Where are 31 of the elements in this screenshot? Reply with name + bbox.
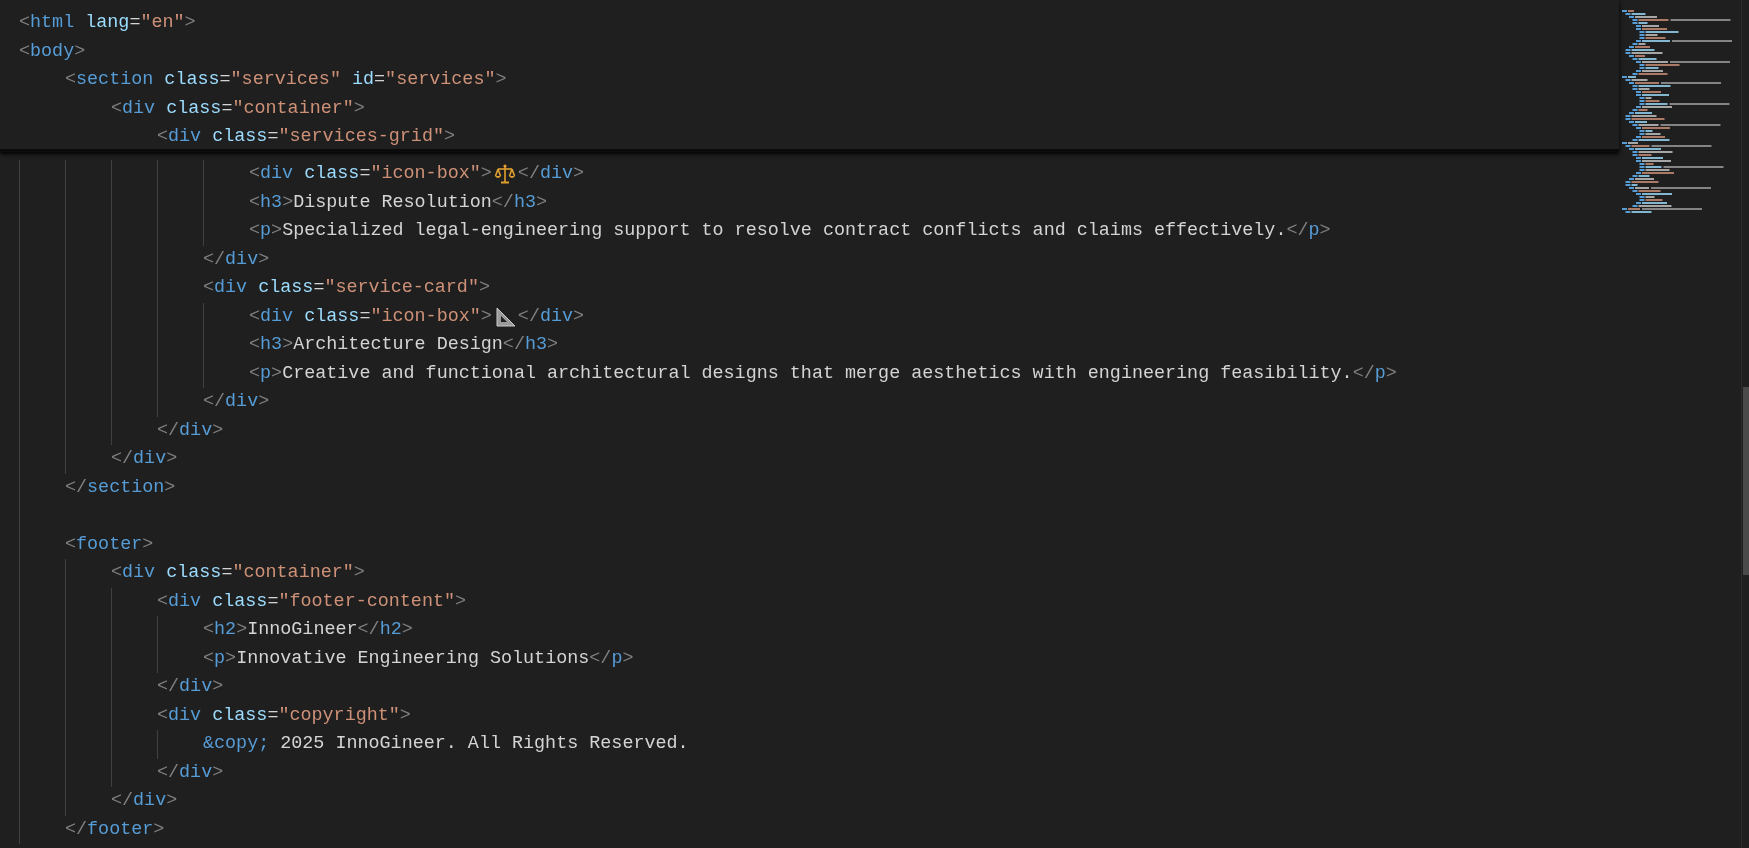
code-line: </div> (203, 390, 270, 415)
set-square-icon (493, 305, 516, 328)
code-line: <p>Creative and functional architectural designs that merge aesthetics with engineering feasibility.</p> (249, 361, 1397, 386)
code-line: </section> (65, 475, 176, 500)
code-line: <div class="services-grid"> (157, 125, 455, 150)
scales-icon (493, 163, 516, 186)
code-line: <footer> (65, 532, 154, 557)
code-line: </div> (157, 418, 224, 443)
code-line: <div class="icon-box"> </div> (249, 304, 585, 330)
code-line: <p>Specialized legal-engineering support to resolve contract conflicts and claims effectively.</p> (249, 219, 1331, 244)
code-line: <div class="service-card"> (203, 276, 490, 301)
code-line: </div> (157, 675, 224, 700)
code-line: <div class="copyright"> (157, 703, 411, 728)
code-line: <body> (19, 39, 86, 64)
code-line: </div> (111, 447, 178, 472)
code-line: </div> (111, 789, 178, 814)
code-line: <h3>Architecture Design</h3> (249, 333, 559, 358)
code-line: <h2>InnoGineer</h2> (203, 618, 413, 643)
scrollbar-thumb[interactable] (1743, 387, 1749, 575)
code-line: <div class="icon-box"> </div> (249, 162, 585, 188)
code-line: <div class="container"> (111, 96, 365, 121)
code-line: <section class="services" id="services"> (65, 68, 507, 93)
code-line: <html lang="en"> (19, 11, 196, 36)
code-line: <h3>Dispute Resolution</h3> (249, 190, 548, 215)
code-line: &copy; 2025 InnoGineer. All Rights Reserved. (203, 732, 689, 757)
code-line: </div> (157, 760, 224, 785)
code-line: </div> (203, 247, 270, 272)
code-line: <p>Innovative Engineering Solutions</p> (203, 646, 634, 671)
code-line: </footer> (65, 817, 165, 842)
code-line: <div class="footer-content"> (157, 589, 467, 614)
code-line: <div class="container"> (111, 561, 365, 586)
